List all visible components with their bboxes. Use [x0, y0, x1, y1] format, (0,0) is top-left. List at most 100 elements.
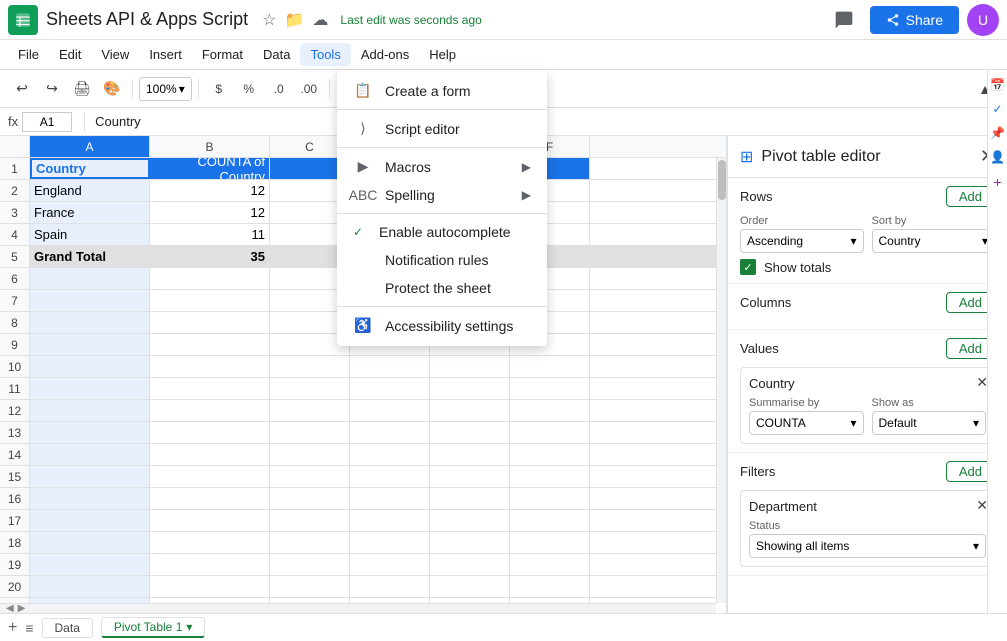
cell[interactable]: [270, 510, 350, 531]
cell[interactable]: [30, 488, 150, 509]
cell[interactable]: [350, 576, 430, 597]
cell[interactable]: [430, 422, 510, 443]
cell[interactable]: [30, 378, 150, 399]
user-avatar[interactable]: U: [967, 4, 999, 36]
tools-menu-item-spelling[interactable]: ABC Spelling ▶: [337, 181, 547, 209]
cell[interactable]: [430, 554, 510, 575]
cell[interactable]: [150, 268, 270, 289]
cell[interactable]: [430, 510, 510, 531]
cell[interactable]: [350, 422, 430, 443]
vertical-scrollbar[interactable]: [716, 158, 726, 603]
tools-menu-item-script-editor[interactable]: ⟩ Script editor: [337, 114, 547, 143]
tools-menu-item-create-form[interactable]: 📋 Create a form: [337, 76, 547, 105]
cell[interactable]: [430, 444, 510, 465]
cell[interactable]: [430, 488, 510, 509]
cell[interactable]: [30, 444, 150, 465]
cell[interactable]: [30, 554, 150, 575]
cell[interactable]: [150, 356, 270, 377]
cell[interactable]: [270, 444, 350, 465]
col-header-a[interactable]: A: [30, 136, 150, 157]
undo-button[interactable]: ↩: [8, 75, 36, 103]
cell[interactable]: [30, 356, 150, 377]
cell-a1[interactable]: Country: [30, 158, 150, 179]
menu-tools[interactable]: Tools: [300, 43, 350, 66]
cell[interactable]: [510, 400, 590, 421]
cell[interactable]: [430, 400, 510, 421]
cell[interactable]: [270, 422, 350, 443]
tools-menu-item-autocomplete[interactable]: ✓ Enable autocomplete: [337, 218, 547, 246]
decimal2-button[interactable]: .00: [295, 77, 323, 101]
cell[interactable]: [30, 576, 150, 597]
menu-view[interactable]: View: [91, 43, 139, 66]
google-tasks-icon[interactable]: ✓: [992, 102, 1002, 116]
cell[interactable]: [150, 532, 270, 553]
cell[interactable]: [350, 532, 430, 553]
cell[interactable]: [430, 356, 510, 377]
cell[interactable]: [430, 378, 510, 399]
scroll-left[interactable]: ◀: [6, 603, 14, 613]
cell[interactable]: [150, 510, 270, 531]
decimal1-button[interactable]: .0: [265, 77, 293, 101]
cell[interactable]: [150, 378, 270, 399]
summarise-select[interactable]: COUNTA ▾: [749, 411, 864, 435]
cell[interactable]: [270, 532, 350, 553]
cell[interactable]: [30, 334, 150, 355]
menu-addons[interactable]: Add-ons: [351, 43, 419, 66]
show-totals-checkbox[interactable]: ✓: [740, 259, 756, 275]
cell[interactable]: [270, 400, 350, 421]
cell[interactable]: [510, 466, 590, 487]
cell[interactable]: [430, 532, 510, 553]
cell-a2[interactable]: England: [30, 180, 150, 201]
menu-file[interactable]: File: [8, 43, 49, 66]
menu-format[interactable]: Format: [192, 43, 253, 66]
cell[interactable]: [30, 312, 150, 333]
menu-data[interactable]: Data: [253, 43, 300, 66]
cell[interactable]: [430, 576, 510, 597]
comments-button[interactable]: [826, 2, 862, 38]
cell[interactable]: [510, 510, 590, 531]
cell[interactable]: [150, 312, 270, 333]
cell[interactable]: [150, 554, 270, 575]
cell[interactable]: [150, 400, 270, 421]
cell-a3[interactable]: France: [30, 202, 150, 223]
cell[interactable]: [150, 488, 270, 509]
cell[interactable]: [510, 576, 590, 597]
cell[interactable]: [510, 488, 590, 509]
col-header-b[interactable]: B: [150, 136, 270, 157]
google-calendar-icon[interactable]: 📅: [990, 78, 1005, 92]
cell-b3[interactable]: 12: [150, 202, 270, 223]
sheets-list-button[interactable]: ≡: [25, 620, 33, 636]
cell[interactable]: [150, 466, 270, 487]
cell[interactable]: [430, 466, 510, 487]
data-tab[interactable]: Data: [42, 618, 93, 638]
tools-menu-item-notification[interactable]: Notification rules: [337, 246, 547, 274]
cell[interactable]: [350, 444, 430, 465]
cell[interactable]: [350, 356, 430, 377]
cell[interactable]: [510, 554, 590, 575]
zoom-selector[interactable]: 100% ▾: [139, 77, 192, 101]
currency-button[interactable]: $: [205, 77, 233, 101]
cell[interactable]: [350, 488, 430, 509]
sort-by-select[interactable]: Country ▾: [872, 229, 996, 253]
add-sheet-button[interactable]: +: [8, 619, 17, 637]
google-keep-icon[interactable]: 📌: [990, 126, 1005, 140]
star-icon[interactable]: ☆: [262, 10, 276, 30]
cell[interactable]: [30, 268, 150, 289]
cell[interactable]: [150, 422, 270, 443]
cell[interactable]: [150, 444, 270, 465]
cell[interactable]: [150, 576, 270, 597]
cell[interactable]: [270, 554, 350, 575]
scroll-thumb[interactable]: [718, 160, 726, 200]
purple-plus-icon[interactable]: +: [993, 174, 1001, 190]
cell-b4[interactable]: 11: [150, 224, 270, 245]
cell[interactable]: [30, 466, 150, 487]
pivot-table-tab[interactable]: Pivot Table 1 ▾: [101, 617, 206, 638]
cell-a4[interactable]: Spain: [30, 224, 150, 245]
contacts-icon[interactable]: 👤: [990, 150, 1005, 164]
cell[interactable]: [510, 356, 590, 377]
order-select[interactable]: Ascending ▾: [740, 229, 864, 253]
print-button[interactable]: 🖨: [68, 75, 96, 103]
cell[interactable]: [30, 510, 150, 531]
menu-help[interactable]: Help: [419, 43, 466, 66]
pivot-tab-arrow[interactable]: ▾: [186, 620, 192, 634]
